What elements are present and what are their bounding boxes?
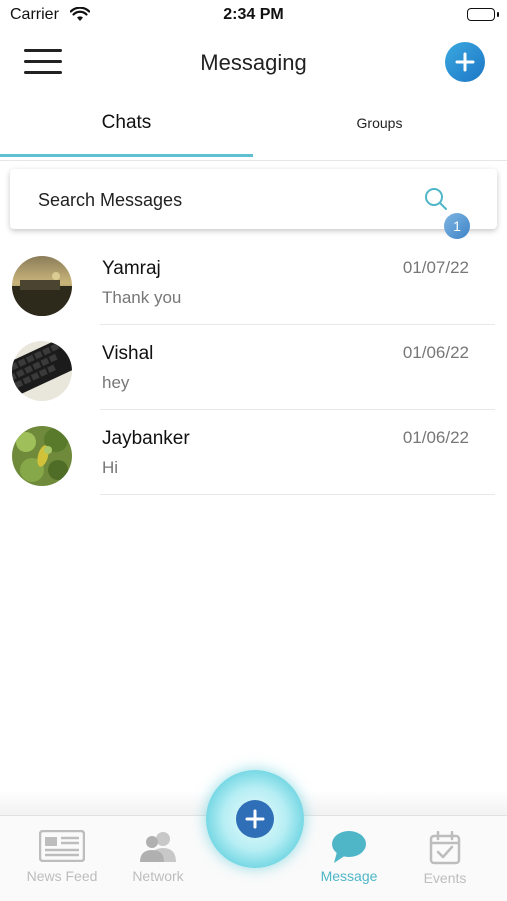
nav-events[interactable]: Events <box>400 816 490 901</box>
search-input[interactable] <box>36 169 420 231</box>
nav-bar: Messaging <box>0 32 507 94</box>
chat-list: Yamraj Thank you 01/07/22 Vishal hey 01/… <box>0 240 507 495</box>
people-icon <box>140 832 176 862</box>
fab-inner <box>236 800 274 838</box>
nav-label: Network <box>132 868 184 884</box>
chat-preview: Thank you <box>102 288 182 307</box>
status-bar: Carrier 2:34 PM <box>0 0 507 32</box>
search-bar <box>10 169 497 231</box>
search-icon[interactable] <box>424 187 448 216</box>
avatar <box>12 426 72 486</box>
unread-badge: 1 <box>444 213 470 239</box>
compose-fab-button[interactable] <box>206 770 304 868</box>
chat-date: 01/07/22 <box>402 258 469 277</box>
chat-row-yamraj[interactable]: Yamraj Thank you 01/07/22 <box>0 240 507 325</box>
chat-name: Vishal <box>102 343 154 364</box>
nav-label: Message <box>320 868 378 884</box>
nav-label: Events <box>423 870 467 886</box>
chat-name: Yamraj <box>102 258 161 279</box>
message-tabs: Chats Groups <box>0 100 507 161</box>
battery-icon <box>467 8 499 21</box>
chat-preview: Hi <box>102 458 119 477</box>
plus-icon <box>245 809 265 829</box>
avatar <box>12 341 72 401</box>
status-time: 2:34 PM <box>223 6 284 23</box>
nav-news-feed[interactable]: News Feed <box>17 816 107 901</box>
tab-chats[interactable]: Chats <box>0 100 253 158</box>
nav-network[interactable]: Network <box>113 816 203 901</box>
page-title: Messaging <box>200 50 307 75</box>
calendar-check-icon <box>429 831 461 865</box>
chat-row-vishal[interactable]: Vishal hey 01/06/22 <box>0 325 507 410</box>
tab-groups[interactable]: Groups <box>253 100 506 158</box>
avatar <box>12 256 72 316</box>
chat-row-jaybanker[interactable]: Jaybanker Hi 01/06/22 <box>0 410 507 495</box>
nav-message[interactable]: Message <box>304 816 394 901</box>
chat-date: 01/06/22 <box>402 343 469 362</box>
active-tab-indicator <box>0 154 253 157</box>
nav-label: News Feed <box>26 868 98 884</box>
newspaper-icon <box>39 830 85 862</box>
chat-preview: hey <box>102 373 130 392</box>
chat-name: Jaybanker <box>102 428 190 449</box>
divider <box>100 494 495 495</box>
plus-icon <box>455 52 475 72</box>
chat-date: 01/06/22 <box>402 428 469 447</box>
new-message-button[interactable] <box>445 42 485 82</box>
chat-bubble-icon <box>332 831 366 863</box>
